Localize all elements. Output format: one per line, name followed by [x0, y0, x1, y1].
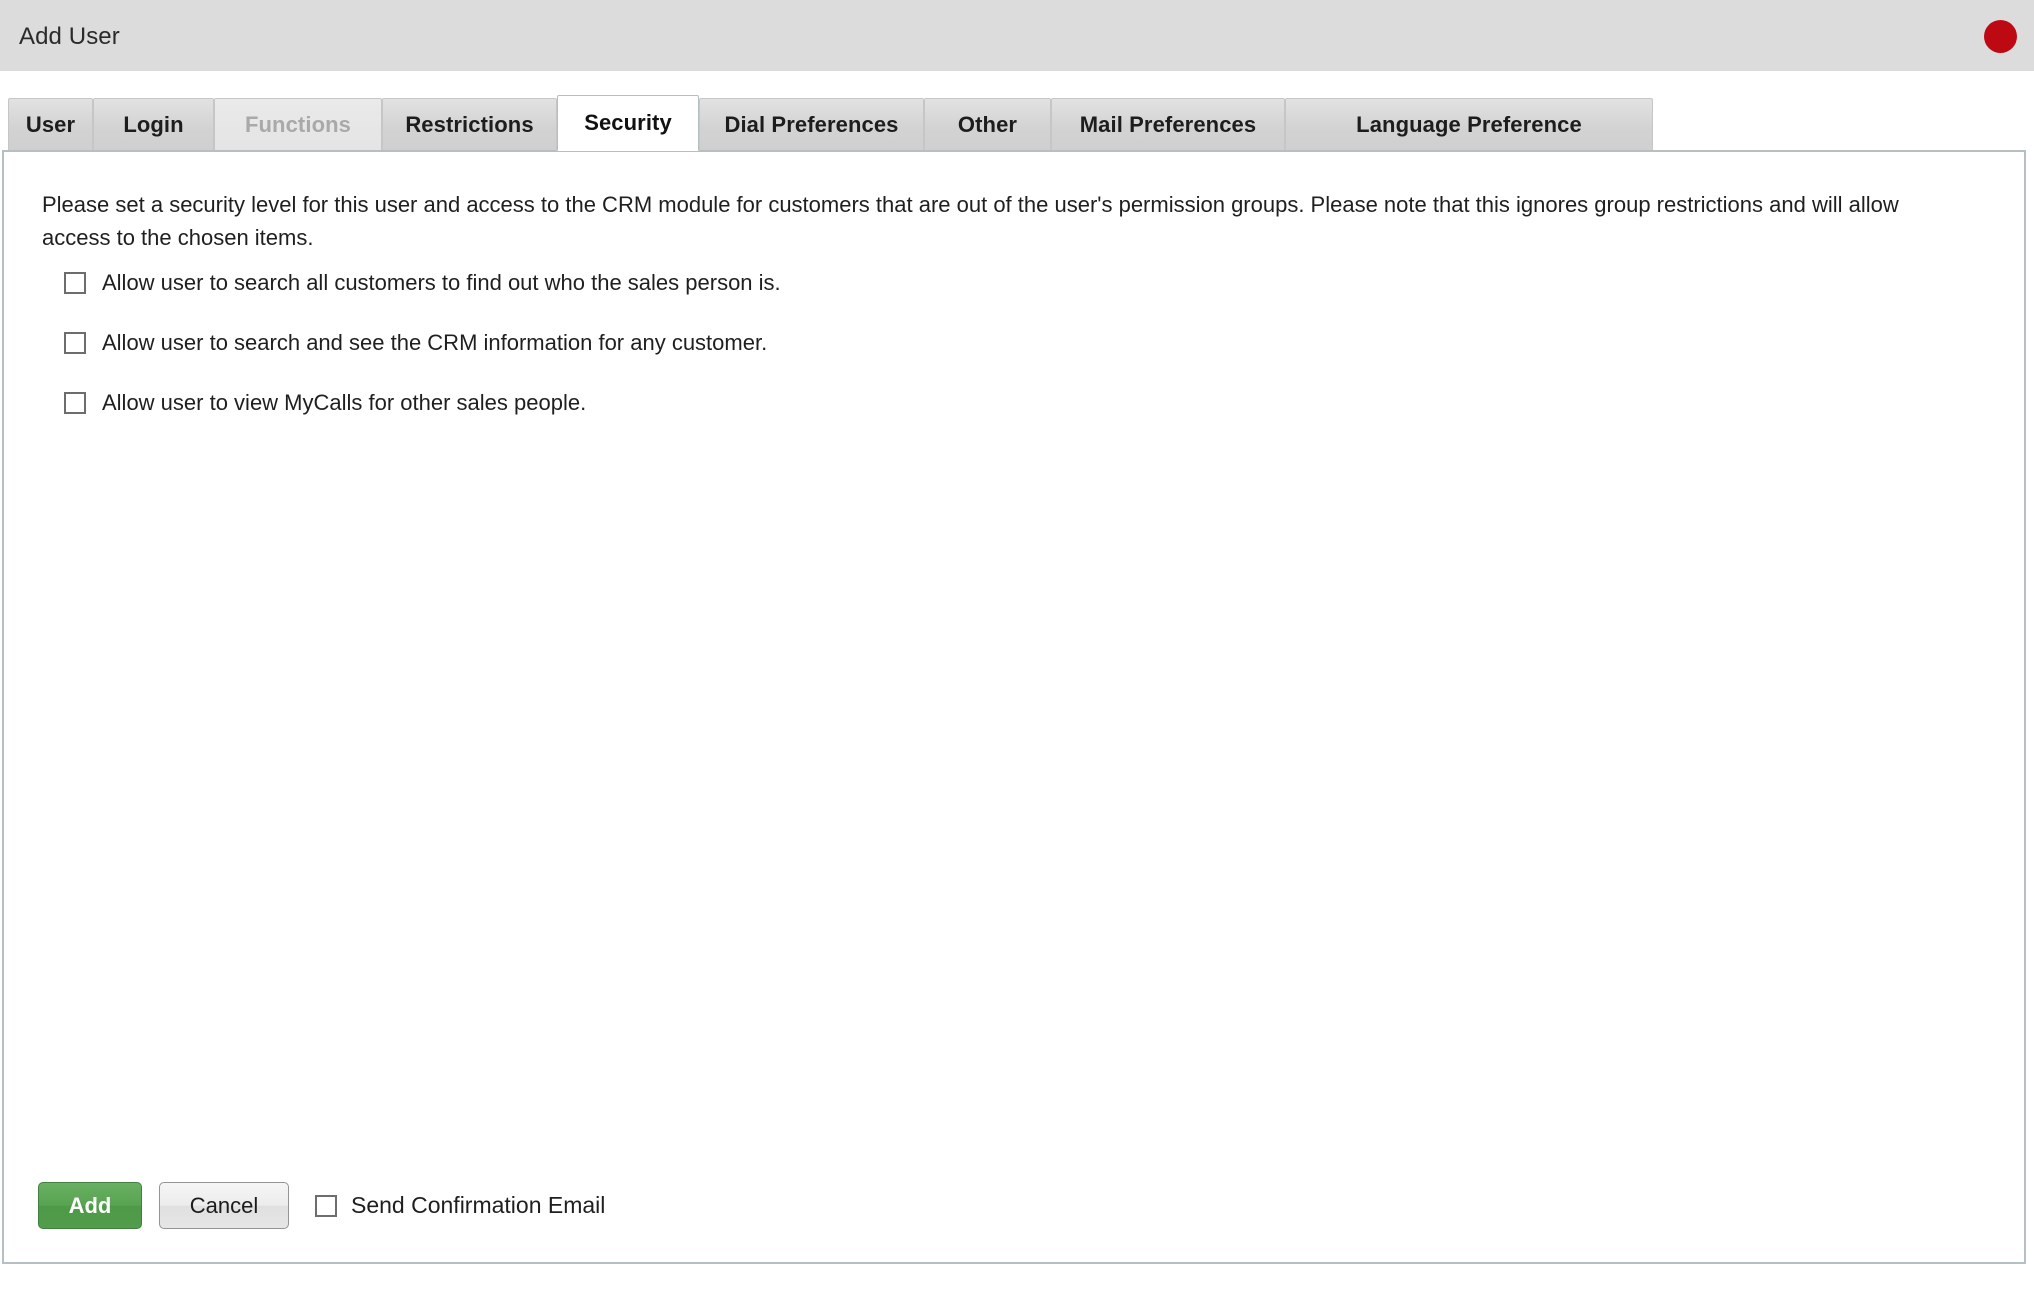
tab-dial-preferences[interactable]: Dial Preferences	[699, 98, 924, 151]
security-tab-panel: Please set a security level for this use…	[2, 150, 2026, 1264]
tab-restrictions[interactable]: Restrictions	[382, 98, 557, 151]
send-confirmation-email-checkbox[interactable]	[315, 1194, 337, 1217]
security-option-row[interactable]: Allow user to search all customers to fi…	[64, 269, 781, 297]
security-option-checkbox[interactable]	[64, 392, 86, 414]
tab-security[interactable]: Security	[557, 95, 699, 151]
close-circle-icon[interactable]	[1984, 20, 2017, 53]
window-title-bar: Add User	[0, 0, 2034, 71]
security-option-row[interactable]: Allow user to search and see the CRM inf…	[64, 329, 781, 357]
send-confirmation-email-row[interactable]: Send Confirmation Email	[315, 1192, 605, 1219]
form-action-bar: Add Cancel Send Confirmation Email	[38, 1182, 605, 1229]
security-option-checkbox[interactable]	[64, 332, 86, 354]
tab-other[interactable]: Other	[924, 98, 1051, 151]
tab-mail-preferences[interactable]: Mail Preferences	[1051, 98, 1285, 151]
tab-user[interactable]: User	[8, 98, 93, 151]
window-title: Add User	[19, 23, 120, 50]
tab-login[interactable]: Login	[93, 98, 214, 151]
security-option-label: Allow user to search all customers to fi…	[102, 270, 781, 295]
security-option-row[interactable]: Allow user to view MyCalls for other sal…	[64, 389, 781, 417]
security-description: Please set a security level for this use…	[42, 192, 1899, 250]
security-options-list: Allow user to search all customers to fi…	[64, 269, 781, 449]
cancel-button[interactable]: Cancel	[159, 1182, 289, 1229]
security-option-label: Allow user to search and see the CRM inf…	[102, 330, 768, 355]
security-option-checkbox[interactable]	[64, 272, 86, 294]
send-confirmation-email-label: Send Confirmation Email	[351, 1192, 606, 1218]
tab-functions: Functions	[214, 98, 382, 151]
security-option-label: Allow user to view MyCalls for other sal…	[102, 390, 587, 415]
tab-bar: User Login Functions Restrictions Security Di…	[0, 95, 2034, 151]
tab-language-preference[interactable]: Language Preference	[1285, 98, 1653, 151]
add-button[interactable]: Add	[38, 1182, 142, 1229]
